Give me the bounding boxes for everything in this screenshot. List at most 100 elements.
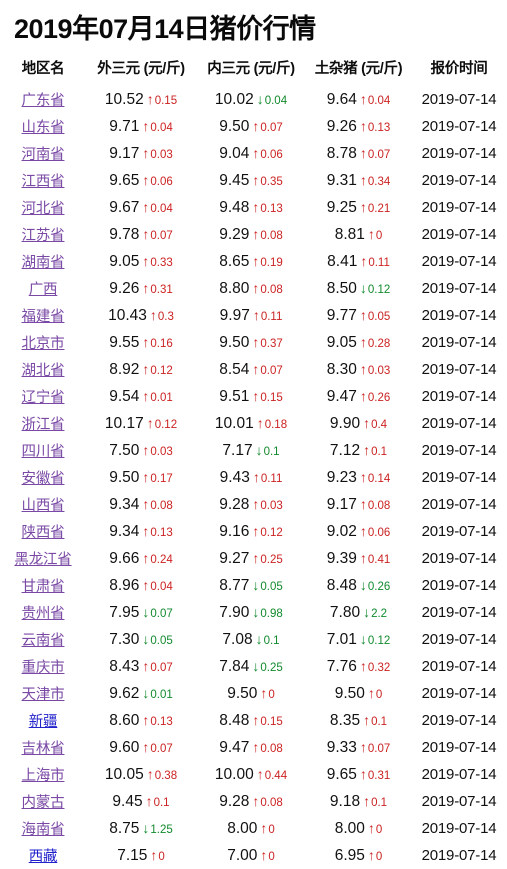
price-delta: 0.15 bbox=[260, 391, 283, 404]
table-row: 山东省 9.71 ↑0.04 9.50 ↑0.07 9.26 ↑0.13 2019-07-14 bbox=[0, 113, 507, 140]
region-link[interactable]: 云南省 bbox=[22, 633, 65, 649]
table-row: 广西 9.26 ↑0.31 8.80 ↑0.08 8.50 ↓0.12 2019-07-14 bbox=[0, 275, 507, 302]
region-link[interactable]: 吉林省 bbox=[22, 741, 65, 757]
quote-date-cell: 2019-07-14 bbox=[421, 469, 497, 486]
table-row: 贵州省 7.95 ↓0.07 7.90 ↓0.98 7.80 ↓2.2 2019-07-14 bbox=[0, 599, 507, 626]
quote-date-cell: 2019-07-14 bbox=[421, 91, 497, 108]
arrow-down-icon: ↓ bbox=[252, 657, 260, 674]
price-cell-tu-zazhu: 6.95 ↑0 bbox=[306, 842, 411, 869]
price-delta: 0 bbox=[375, 688, 383, 701]
region-link[interactable]: 浙江省 bbox=[22, 417, 65, 433]
price-value: 9.47 bbox=[326, 387, 357, 405]
region-link[interactable]: 山东省 bbox=[22, 120, 65, 136]
arrow-down-icon: ↓ bbox=[142, 603, 150, 620]
arrow-up-icon: ↑ bbox=[142, 279, 150, 296]
region-link[interactable]: 河北省 bbox=[22, 201, 65, 217]
price-cell-wai-sanyuan: 9.55 ↑0.16 bbox=[86, 329, 196, 356]
price-value: 9.45 bbox=[219, 171, 250, 189]
arrow-up-icon: ↑ bbox=[252, 117, 260, 134]
region-link[interactable]: 新疆 bbox=[29, 714, 58, 730]
region-link[interactable]: 贵州省 bbox=[22, 606, 65, 622]
price-delta: 0.12 bbox=[367, 634, 391, 647]
quote-date-cell: 2019-07-14 bbox=[421, 847, 497, 864]
arrow-up-icon: ↑ bbox=[252, 468, 260, 485]
arrow-down-icon: ↓ bbox=[255, 630, 263, 647]
price-value: 9.90 bbox=[329, 414, 361, 432]
region-link[interactable]: 黑龙江省 bbox=[14, 552, 71, 568]
price-delta: 0.32 bbox=[367, 661, 391, 674]
price-cell-nei-sanyuan: 10.00 ↑0.44 bbox=[196, 761, 306, 788]
price-delta: 0.01 bbox=[150, 391, 173, 404]
arrow-up-icon: ↑ bbox=[142, 441, 150, 458]
column-header-quote-time: 报价时间 bbox=[430, 61, 488, 77]
arrow-down-icon: ↓ bbox=[363, 603, 371, 620]
region-cell: 山东省 bbox=[0, 113, 86, 140]
region-link[interactable]: 江西省 bbox=[22, 174, 65, 190]
region-link[interactable]: 河南省 bbox=[22, 147, 65, 163]
region-link[interactable]: 海南省 bbox=[22, 822, 65, 838]
region-link[interactable]: 甘肃省 bbox=[22, 579, 65, 595]
region-link[interactable]: 广东省 bbox=[22, 93, 65, 109]
region-link[interactable]: 福建省 bbox=[22, 309, 65, 325]
price-value: 8.41 bbox=[327, 252, 358, 270]
table-row: 内蒙古 9.45 ↑0.1 9.28 ↑0.08 9.18 ↑0.1 2019-07-14 bbox=[0, 788, 507, 815]
price-delta: 0.07 bbox=[150, 229, 173, 242]
region-link[interactable]: 江苏省 bbox=[22, 228, 65, 244]
price-delta: 0.11 bbox=[260, 472, 283, 485]
price-delta: 0.1 bbox=[153, 796, 170, 809]
price-cell-nei-sanyuan: 7.00 ↑0 bbox=[196, 842, 306, 869]
column-header-region: 地区名 bbox=[21, 61, 65, 77]
region-cell: 西藏 bbox=[0, 842, 86, 869]
price-delta: 0 bbox=[268, 850, 275, 863]
region-cell: 云南省 bbox=[0, 626, 86, 653]
price-cell-tu-zazhu: 9.02 ↑0.06 bbox=[306, 518, 411, 545]
table-row: 重庆市 8.43 ↑0.07 7.84 ↓0.25 7.76 ↑0.32 2019-07-14 bbox=[0, 653, 507, 680]
pig-price-table: 地区名 外三元 (元/斤) 内三元 (元/斤) 土杂猪 (元/斤) 报价时间 广… bbox=[0, 57, 507, 869]
region-link[interactable]: 辽宁省 bbox=[22, 390, 65, 406]
price-cell-wai-sanyuan: 9.34 ↑0.08 bbox=[86, 491, 196, 518]
quote-date-cell: 2019-07-14 bbox=[421, 658, 497, 675]
price-value: 9.50 bbox=[109, 468, 140, 486]
quote-date-cell: 2019-07-14 bbox=[421, 550, 497, 567]
region-link[interactable]: 上海市 bbox=[22, 768, 65, 784]
price-delta: 0.1 bbox=[263, 634, 280, 647]
price-delta: 0.03 bbox=[150, 148, 173, 161]
price-delta: 0.24 bbox=[150, 553, 173, 566]
price-cell-tu-zazhu: 9.05 ↑0.28 bbox=[306, 329, 411, 356]
arrow-up-icon: ↑ bbox=[142, 657, 150, 674]
price-cell-nei-sanyuan: 9.16 ↑0.12 bbox=[196, 518, 306, 545]
region-link[interactable]: 陕西省 bbox=[22, 525, 65, 541]
price-delta: 0.07 bbox=[367, 148, 391, 161]
region-link[interactable]: 四川省 bbox=[22, 444, 65, 460]
price-value: 8.81 bbox=[334, 225, 365, 243]
arrow-up-icon: ↑ bbox=[252, 171, 260, 188]
region-cell: 广西 bbox=[0, 275, 86, 302]
table-row: 吉林省 9.60 ↑0.07 9.47 ↑0.08 9.33 ↑0.07 2019-07-14 bbox=[0, 734, 507, 761]
region-link[interactable]: 安徽省 bbox=[22, 471, 65, 487]
region-cell: 湖北省 bbox=[0, 356, 86, 383]
region-link[interactable]: 湖南省 bbox=[22, 255, 65, 271]
price-delta: 0.12 bbox=[260, 526, 283, 539]
region-link[interactable]: 天津市 bbox=[22, 687, 65, 703]
region-link[interactable]: 重庆市 bbox=[22, 660, 65, 676]
region-link[interactable]: 西藏 bbox=[29, 849, 58, 865]
quote-date-cell: 2019-07-14 bbox=[421, 496, 497, 513]
arrow-up-icon: ↑ bbox=[252, 333, 260, 350]
region-link[interactable]: 内蒙古 bbox=[22, 795, 65, 811]
price-delta: 0.12 bbox=[154, 418, 178, 431]
price-value: 8.35 bbox=[329, 711, 361, 729]
arrow-up-icon: ↑ bbox=[252, 549, 260, 566]
price-cell-nei-sanyuan: 8.54 ↑0.07 bbox=[196, 356, 306, 383]
price-value: 9.28 bbox=[219, 495, 250, 513]
price-value: 9.64 bbox=[326, 90, 357, 108]
region-cell: 吉林省 bbox=[0, 734, 86, 761]
price-delta: 0.07 bbox=[150, 661, 173, 674]
region-link[interactable]: 湖北省 bbox=[22, 363, 65, 379]
price-cell-tu-zazhu: 9.65 ↑0.31 bbox=[306, 761, 411, 788]
arrow-up-icon: ↑ bbox=[359, 522, 367, 539]
region-link[interactable]: 北京市 bbox=[22, 336, 65, 352]
region-link[interactable]: 广西 bbox=[29, 282, 58, 298]
region-cell: 海南省 bbox=[0, 815, 86, 842]
price-cell-tu-zazhu: 9.23 ↑0.14 bbox=[306, 464, 411, 491]
region-link[interactable]: 山西省 bbox=[22, 498, 65, 514]
